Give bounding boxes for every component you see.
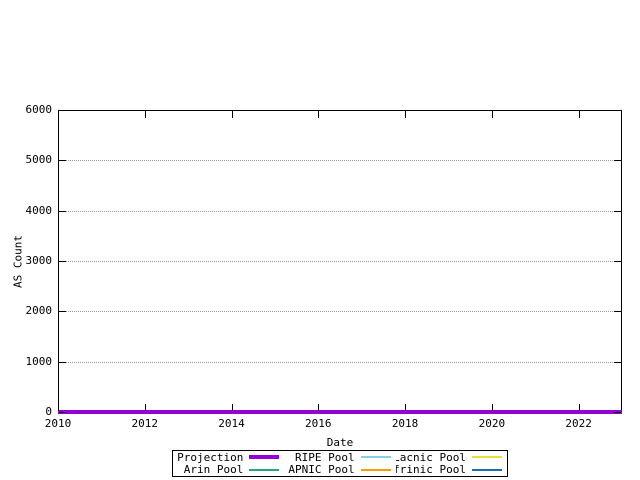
x-tick-label: 2018 xyxy=(383,418,427,430)
y-tick-mark xyxy=(59,211,66,212)
x-tick-mark xyxy=(318,111,319,118)
legend-entry: Afrinic Pool xyxy=(396,464,507,477)
x-tick-mark xyxy=(145,404,146,411)
legend-entry: Projection xyxy=(173,451,284,464)
x-tick-label: 2020 xyxy=(470,418,514,430)
legend-line-sample xyxy=(472,469,502,471)
y-tick-mark xyxy=(59,412,66,413)
y-tick-mark xyxy=(59,160,66,161)
y-tick-mark xyxy=(614,261,621,262)
x-tick-mark xyxy=(58,111,59,118)
plot-area xyxy=(58,110,622,412)
x-tick-mark xyxy=(492,404,493,411)
gridline xyxy=(59,160,621,161)
y-tick-mark xyxy=(614,311,621,312)
legend-label: Lacnic Pool xyxy=(396,451,466,464)
x-tick-mark xyxy=(405,404,406,411)
x-tick-mark xyxy=(579,404,580,411)
y-axis-label: AS Count xyxy=(12,227,25,297)
y-tick-mark xyxy=(614,110,621,111)
y-tick-mark xyxy=(59,311,66,312)
x-tick-mark xyxy=(58,404,59,411)
y-tick-mark xyxy=(614,362,621,363)
legend-entry: RIPE Pool xyxy=(284,451,395,464)
legend-entry: Arin Pool xyxy=(173,464,284,477)
gridline xyxy=(59,261,621,262)
legend-line-sample xyxy=(472,456,502,458)
x-axis-label: Date xyxy=(172,436,508,449)
x-tick-label: 2016 xyxy=(296,418,340,430)
y-tick-mark xyxy=(614,160,621,161)
y-tick-label: 4000 xyxy=(8,205,52,217)
legend-line-sample xyxy=(361,456,391,458)
x-tick-mark xyxy=(579,111,580,118)
y-tick-mark xyxy=(59,362,66,363)
x-tick-mark xyxy=(492,111,493,118)
y-tick-label: 2000 xyxy=(8,305,52,317)
x-tick-label: 2010 xyxy=(36,418,80,430)
gridline xyxy=(59,311,621,312)
legend-label: Arin Pool xyxy=(184,464,244,477)
legend-entry: APNIC Pool xyxy=(284,464,395,477)
gridline xyxy=(59,362,621,363)
y-tick-label: 5000 xyxy=(8,154,52,166)
y-tick-label: 6000 xyxy=(8,104,52,116)
y-tick-mark xyxy=(59,261,66,262)
legend-label: Projection xyxy=(177,451,243,464)
legend: Projection RIPE Pool Lacnic Pool Arin Pool A… xyxy=(172,450,508,477)
x-tick-label: 2014 xyxy=(210,418,254,430)
y-tick-label: 1000 xyxy=(8,356,52,368)
y-tick-mark xyxy=(59,110,66,111)
chart-canvas: { "window": { "width": 640, "height": 48… xyxy=(0,0,640,480)
y-tick-mark xyxy=(614,412,621,413)
series-line-projection xyxy=(58,410,622,414)
legend-label: APNIC Pool xyxy=(288,464,354,477)
legend-entry: Lacnic Pool xyxy=(396,451,507,464)
x-tick-mark xyxy=(405,111,406,118)
gridline xyxy=(59,211,621,212)
y-tick-mark xyxy=(614,211,621,212)
x-tick-mark xyxy=(232,111,233,118)
x-tick-label: 2022 xyxy=(557,418,601,430)
legend-line-sample xyxy=(249,469,279,471)
legend-line-sample xyxy=(361,469,391,471)
legend-label: Afrinic Pool xyxy=(396,464,466,477)
x-tick-mark xyxy=(318,404,319,411)
legend-label: RIPE Pool xyxy=(295,451,355,464)
x-tick-mark xyxy=(145,111,146,118)
legend-line-sample xyxy=(249,455,279,459)
x-tick-label: 2012 xyxy=(123,418,167,430)
x-tick-mark xyxy=(232,404,233,411)
